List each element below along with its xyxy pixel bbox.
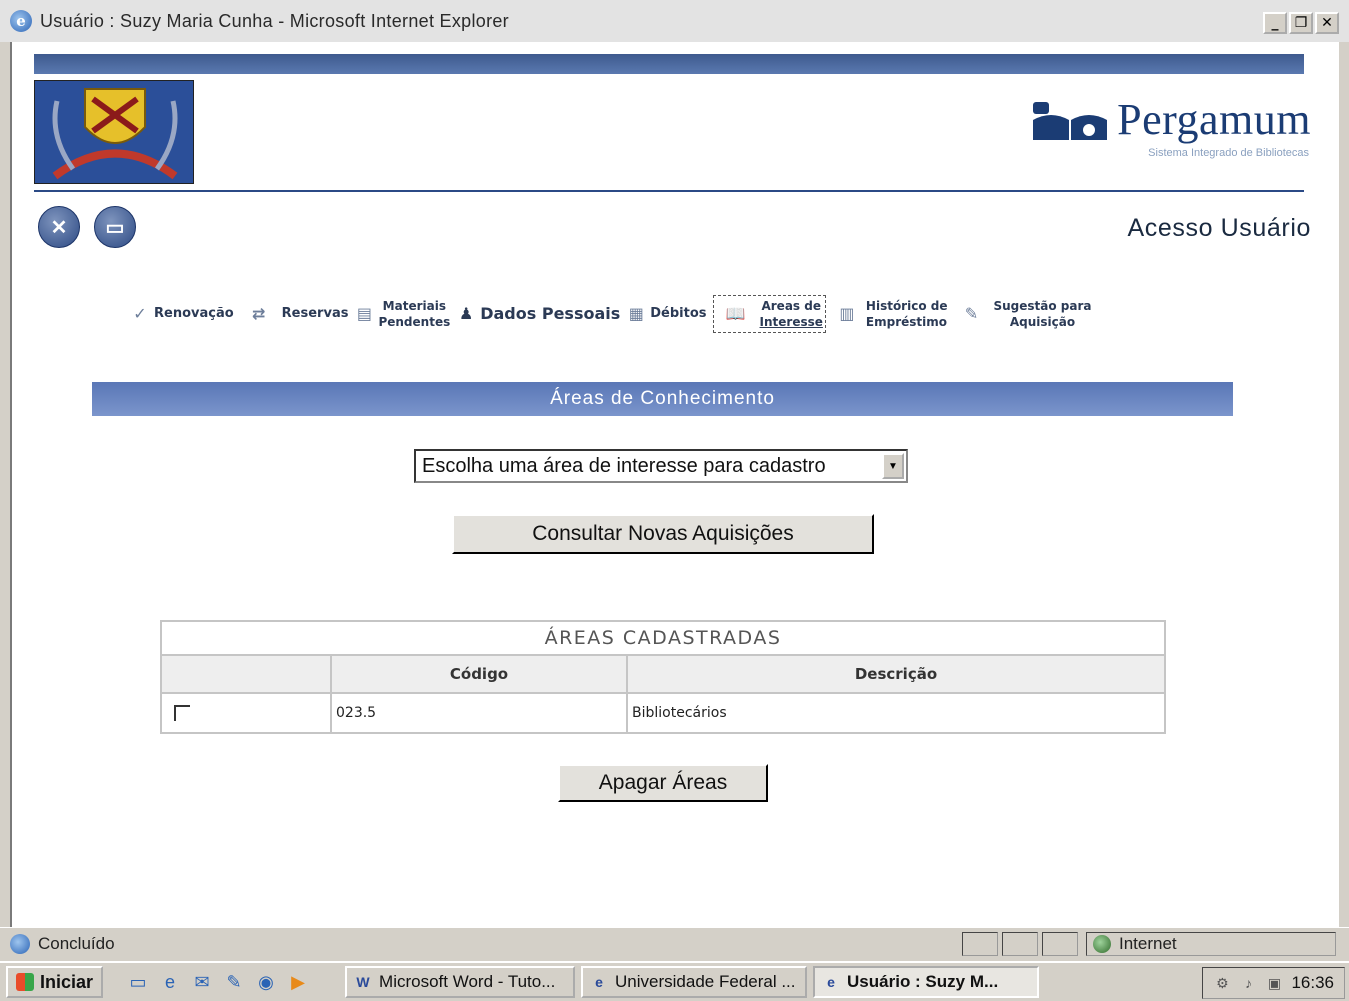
ie-quicklaunch-icon[interactable]: e <box>159 971 181 993</box>
area-select[interactable]: Escolha uma área de interesse para cadas… <box>414 449 908 483</box>
university-crest-logo <box>34 80 194 184</box>
nav-historico[interactable]: ▥ Histórico de Empréstimo <box>832 298 948 330</box>
task-word-label: Microsoft Word - Tuto... <box>379 972 556 991</box>
task-usuario[interactable]: e Usuário : Suzy M... <box>813 966 1040 998</box>
task-universidade-label: Universidade Federal ... <box>615 972 796 991</box>
books-icon: ▥ <box>839 304 855 323</box>
open-book-icon: 📖 <box>725 304 746 323</box>
calculator-icon: ▦ <box>628 304 644 323</box>
media-icon[interactable]: ◉ <box>255 971 277 993</box>
winamp-icon[interactable]: ▶ <box>287 971 309 993</box>
area-select-value: Escolha uma área de interesse para cadas… <box>422 454 826 477</box>
quick-launch: ▭ e ✉ ✎ ◉ ▶ <box>127 971 309 993</box>
minimize-button[interactable]: _ <box>1263 12 1287 34</box>
close-button[interactable]: ✕ <box>1315 12 1339 34</box>
nav-areas-de-interesse[interactable]: 📖 Areas de Interesse <box>712 295 826 333</box>
delete-areas-button[interactable]: Apagar Áreas <box>558 764 768 802</box>
table-row: 023.5 Bibliotecários <box>160 692 1166 734</box>
nav-renovacao[interactable]: ✓ Renovação <box>130 302 234 326</box>
page-title: Acesso Usuário <box>1127 214 1311 242</box>
nav-debitos-label: Débitos <box>650 306 707 321</box>
row-codigo: 023.5 <box>330 692 628 734</box>
header-divider <box>34 190 1304 192</box>
nav-sugestao-label-2: Aquisição <box>1009 315 1076 329</box>
reservas-icon: ⇄ <box>251 304 266 323</box>
person-icon: ♟ <box>459 304 474 323</box>
pergamum-wordmark: Pergamum <box>1117 95 1311 144</box>
task-word[interactable]: W Microsoft Word - Tuto... <box>345 966 576 998</box>
nav-areas-label-1: Areas de <box>761 299 821 313</box>
header-select-column <box>160 654 332 694</box>
start-button[interactable]: Iniciar <box>6 966 104 998</box>
ie-task-icon: e <box>595 974 603 990</box>
document-icon: ▤ <box>356 304 373 323</box>
nav-sugestao-label-1: Sugestão para <box>993 299 1092 313</box>
row-descricao: Bibliotecários <box>626 692 1166 734</box>
dropdown-arrow-icon[interactable]: ▼ <box>882 453 904 479</box>
pergamum-subtitle: Sistema Integrado de Bibliotecas <box>1148 147 1309 159</box>
page-status-icon <box>10 933 30 954</box>
header-bar <box>34 54 1304 74</box>
close-x-icon: ✕ <box>50 216 68 239</box>
ie-icon: e <box>10 10 32 32</box>
nav-dados-pessoais[interactable]: ♟ Dados Pessoais <box>456 302 620 326</box>
globe-icon <box>1093 935 1111 953</box>
windows-logo-icon <box>16 973 34 991</box>
nav-materiais-label-1: Materiais <box>382 299 446 313</box>
section-title: Áreas de Conhecimento <box>92 382 1233 416</box>
pergamum-logo: Pergamum Sistema Integrado de Biblioteca… <box>1031 94 1311 159</box>
nav-materiais-pendentes[interactable]: ▤ Materiais Pendentes <box>354 298 450 330</box>
word-icon: W <box>356 974 370 990</box>
start-label: Iniciar <box>40 971 94 992</box>
nav-reservas-label: Reservas <box>281 306 349 321</box>
show-desktop-icon[interactable]: ▭ <box>127 971 149 993</box>
status-text: Concluído <box>38 933 115 953</box>
nav-reservas[interactable]: ⇄ Reservas <box>240 302 349 326</box>
window-title: Usuário : Suzy Maria Cunha - Microsoft I… <box>40 10 509 31</box>
nav-historico-label-2: Empréstimo <box>865 315 947 329</box>
nav-debitos[interactable]: ▦ Débitos <box>626 302 707 326</box>
nav-historico-label-1: Histórico de <box>865 299 948 313</box>
browser-page: Pergamum Sistema Integrado de Biblioteca… <box>10 42 1339 927</box>
print-button[interactable]: ▭ <box>94 206 136 248</box>
row-checkbox-cell <box>160 692 332 734</box>
header-descricao: Descrição <box>626 654 1166 694</box>
registered-areas-table: ÁREAS CADASTRADAS Código Descrição 023.5… <box>160 620 1166 734</box>
task-usuario-label: Usuário : Suzy M... <box>847 972 999 991</box>
nav-materiais-label-2: Pendentes <box>378 315 451 329</box>
nav-renovacao-label: Renovação <box>154 306 234 321</box>
window-title-bar: e Usuário : Suzy Maria Cunha - Microsoft… <box>0 0 1349 42</box>
security-zone: Internet <box>1086 932 1336 956</box>
pergamum-emblem-icon <box>1033 101 1108 140</box>
system-tray: ⚙ ♪ ▣ 16:36 <box>1202 967 1345 999</box>
tray-monitor-icon[interactable]: ▣ <box>1265 974 1283 992</box>
ie-task-icon: e <box>827 974 835 990</box>
printer-icon: ▭ <box>105 216 125 239</box>
nav-sugestao[interactable]: ✎ Sugestão para Aquisição <box>953 298 1092 330</box>
row-checkbox[interactable] <box>174 705 190 721</box>
status-bar: Concluído Internet <box>0 927 1349 959</box>
status-panel <box>1042 932 1078 956</box>
nav-dados-label: Dados Pessoais <box>480 304 621 323</box>
taskbar: Iniciar ▭ e ✉ ✎ ◉ ▶ W Microsoft Word - T… <box>0 961 1349 1001</box>
pen-icon: ✎ <box>964 304 979 323</box>
exit-button[interactable]: ✕ <box>38 206 80 248</box>
edit-icon[interactable]: ✎ <box>223 971 245 993</box>
clock: 16:36 <box>1291 973 1334 992</box>
consult-new-acquisitions-button[interactable]: Consultar Novas Aquisições <box>452 514 874 554</box>
task-universidade[interactable]: e Universidade Federal ... <box>581 966 808 998</box>
table-caption: ÁREAS CADASTRADAS <box>160 620 1166 656</box>
header-codigo: Código <box>330 654 628 694</box>
checkmark-icon: ✓ <box>133 304 147 323</box>
status-panel <box>1002 932 1038 956</box>
user-nav: ✓ Renovação ⇄ Reservas ▤ Materiais Penden… <box>130 292 1098 336</box>
tray-network-icon[interactable]: ⚙ <box>1213 974 1231 992</box>
zone-label: Internet <box>1119 934 1177 953</box>
maximize-button[interactable]: ❐ <box>1289 12 1313 34</box>
status-panel <box>962 932 998 956</box>
nav-areas-label-2: Interesse <box>759 315 823 329</box>
outlook-icon[interactable]: ✉ <box>191 971 213 993</box>
tray-speaker-icon[interactable]: ♪ <box>1239 974 1257 992</box>
